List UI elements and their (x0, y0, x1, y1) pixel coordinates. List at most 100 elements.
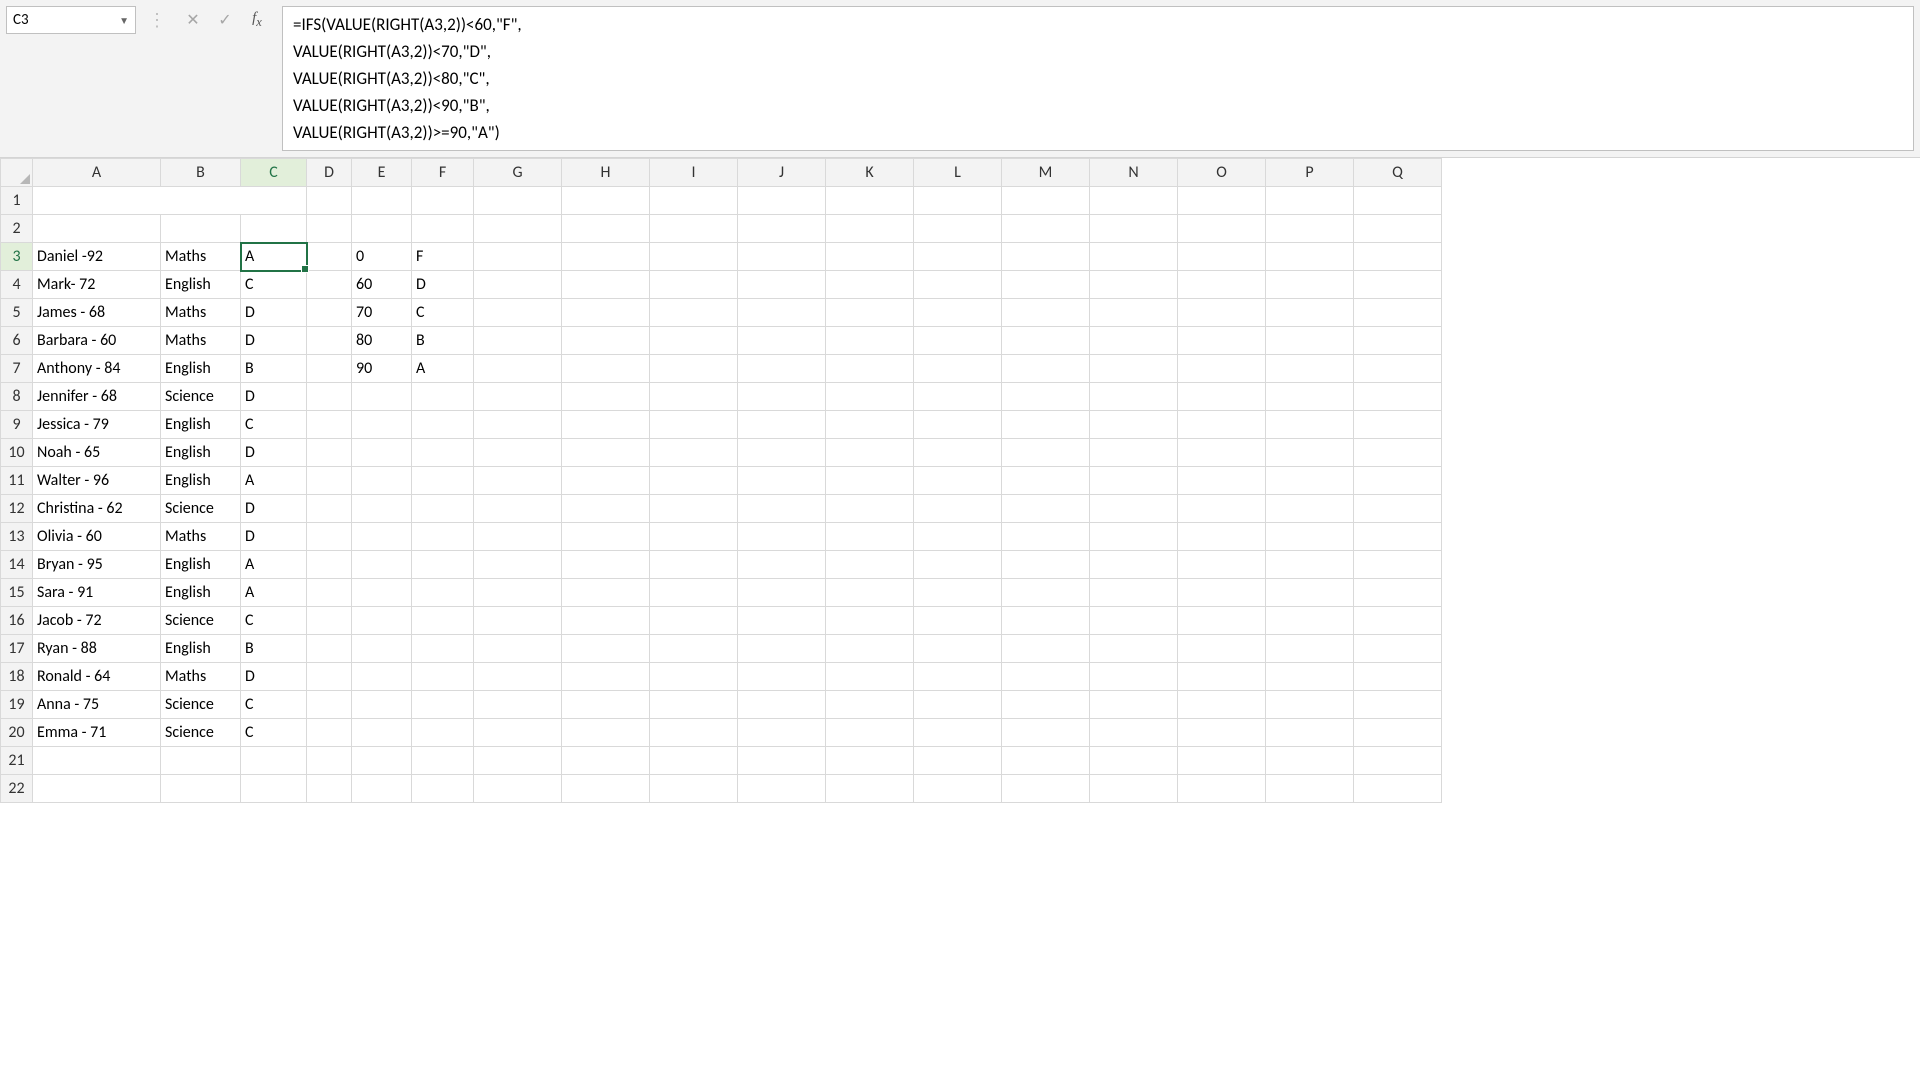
cell-L[interactable] (914, 411, 1002, 439)
cell-D14[interactable] (307, 551, 352, 579)
row-header-3[interactable]: 3 (1, 243, 33, 271)
cell-N[interactable] (1090, 383, 1178, 411)
cell-I[interactable] (650, 719, 738, 747)
header-name-score[interactable]: Name-score (33, 215, 161, 243)
chevron-down-icon[interactable]: ▼ (119, 14, 129, 27)
cell-M[interactable] (1002, 271, 1090, 299)
cell-B20[interactable]: Science (161, 719, 241, 747)
cell-K[interactable] (826, 271, 914, 299)
cell-A22[interactable] (33, 775, 161, 803)
cell-M[interactable] (1002, 635, 1090, 663)
row-header-7[interactable]: 7 (1, 355, 33, 383)
cell-B17[interactable]: English (161, 635, 241, 663)
cell-G[interactable] (474, 607, 562, 635)
cell-C13[interactable]: D (241, 523, 307, 551)
col-header-M[interactable]: M (1002, 159, 1090, 187)
cell-D10[interactable] (307, 439, 352, 467)
row-header-11[interactable]: 11 (1, 467, 33, 495)
cell-M[interactable] (1002, 439, 1090, 467)
row-header-19[interactable]: 19 (1, 691, 33, 719)
cell-G[interactable] (474, 411, 562, 439)
cell-O[interactable] (1178, 467, 1266, 495)
cell-G[interactable] (474, 551, 562, 579)
cell-L[interactable] (914, 243, 1002, 271)
cell-Q[interactable] (1354, 215, 1442, 243)
cell-I[interactable] (650, 187, 738, 215)
cell-L[interactable] (914, 579, 1002, 607)
cell-K[interactable] (826, 775, 914, 803)
cell-D3[interactable] (307, 243, 352, 271)
cell-M[interactable] (1002, 579, 1090, 607)
cell-I[interactable] (650, 327, 738, 355)
cell-L[interactable] (914, 691, 1002, 719)
cell-M[interactable] (1002, 355, 1090, 383)
cell-D7[interactable] (307, 355, 352, 383)
cell-J[interactable] (738, 579, 826, 607)
cell-P[interactable] (1266, 355, 1354, 383)
cell-M[interactable] (1002, 243, 1090, 271)
cell-C10[interactable]: D (241, 439, 307, 467)
cell-L[interactable] (914, 439, 1002, 467)
cell-N[interactable] (1090, 691, 1178, 719)
cell-L[interactable] (914, 271, 1002, 299)
cell-D18[interactable] (307, 663, 352, 691)
cell-G[interactable] (474, 187, 562, 215)
cell-A10[interactable]: Noah - 65 (33, 439, 161, 467)
cell-H[interactable] (562, 775, 650, 803)
cell-C5[interactable]: D (241, 299, 307, 327)
cell-P[interactable] (1266, 691, 1354, 719)
cell-E4[interactable]: 60 (352, 271, 412, 299)
col-header-O[interactable]: O (1178, 159, 1266, 187)
cell-P[interactable] (1266, 551, 1354, 579)
cell-D2[interactable] (307, 215, 352, 243)
cell-H[interactable] (562, 691, 650, 719)
cell-C6[interactable]: D (241, 327, 307, 355)
cell-P[interactable] (1266, 467, 1354, 495)
cell-J[interactable] (738, 523, 826, 551)
cell-N[interactable] (1090, 579, 1178, 607)
cell-K[interactable] (826, 719, 914, 747)
cell-H[interactable] (562, 439, 650, 467)
cell-I[interactable] (650, 663, 738, 691)
cell-B15[interactable]: English (161, 579, 241, 607)
name-box[interactable]: C3 ▼ (6, 6, 136, 34)
cell-B16[interactable]: Science (161, 607, 241, 635)
cell-M[interactable] (1002, 719, 1090, 747)
cell-C15[interactable]: A (241, 579, 307, 607)
cell-Q[interactable] (1354, 327, 1442, 355)
cell-H[interactable] (562, 635, 650, 663)
cell-E1[interactable] (352, 187, 412, 215)
cell-L[interactable] (914, 747, 1002, 775)
cell-C8[interactable]: D (241, 383, 307, 411)
cell-L[interactable] (914, 383, 1002, 411)
cell-O[interactable] (1178, 607, 1266, 635)
cell-A18[interactable]: Ronald - 64 (33, 663, 161, 691)
cell-D15[interactable] (307, 579, 352, 607)
cell-L[interactable] (914, 355, 1002, 383)
cell-C11[interactable]: A (241, 467, 307, 495)
cell-K[interactable] (826, 439, 914, 467)
cell-G[interactable] (474, 271, 562, 299)
cell-L[interactable] (914, 635, 1002, 663)
cell-H[interactable] (562, 299, 650, 327)
cell-A15[interactable]: Sara - 91 (33, 579, 161, 607)
cell-F20[interactable] (412, 719, 474, 747)
cell-E22[interactable] (352, 775, 412, 803)
cell-P[interactable] (1266, 327, 1354, 355)
cell-M[interactable] (1002, 607, 1090, 635)
cell-G[interactable] (474, 243, 562, 271)
cell-I[interactable] (650, 271, 738, 299)
cell-I[interactable] (650, 215, 738, 243)
cell-J[interactable] (738, 775, 826, 803)
col-header-J[interactable]: J (738, 159, 826, 187)
cancel-icon[interactable]: ✕ (184, 11, 202, 29)
col-header-G[interactable]: G (474, 159, 562, 187)
cell-I[interactable] (650, 467, 738, 495)
cell-K[interactable] (826, 355, 914, 383)
cell-H[interactable] (562, 327, 650, 355)
cell-F1[interactable] (412, 187, 474, 215)
cell-O[interactable] (1178, 775, 1266, 803)
cell-E17[interactable] (352, 635, 412, 663)
cell-G[interactable] (474, 691, 562, 719)
cell-P[interactable] (1266, 663, 1354, 691)
